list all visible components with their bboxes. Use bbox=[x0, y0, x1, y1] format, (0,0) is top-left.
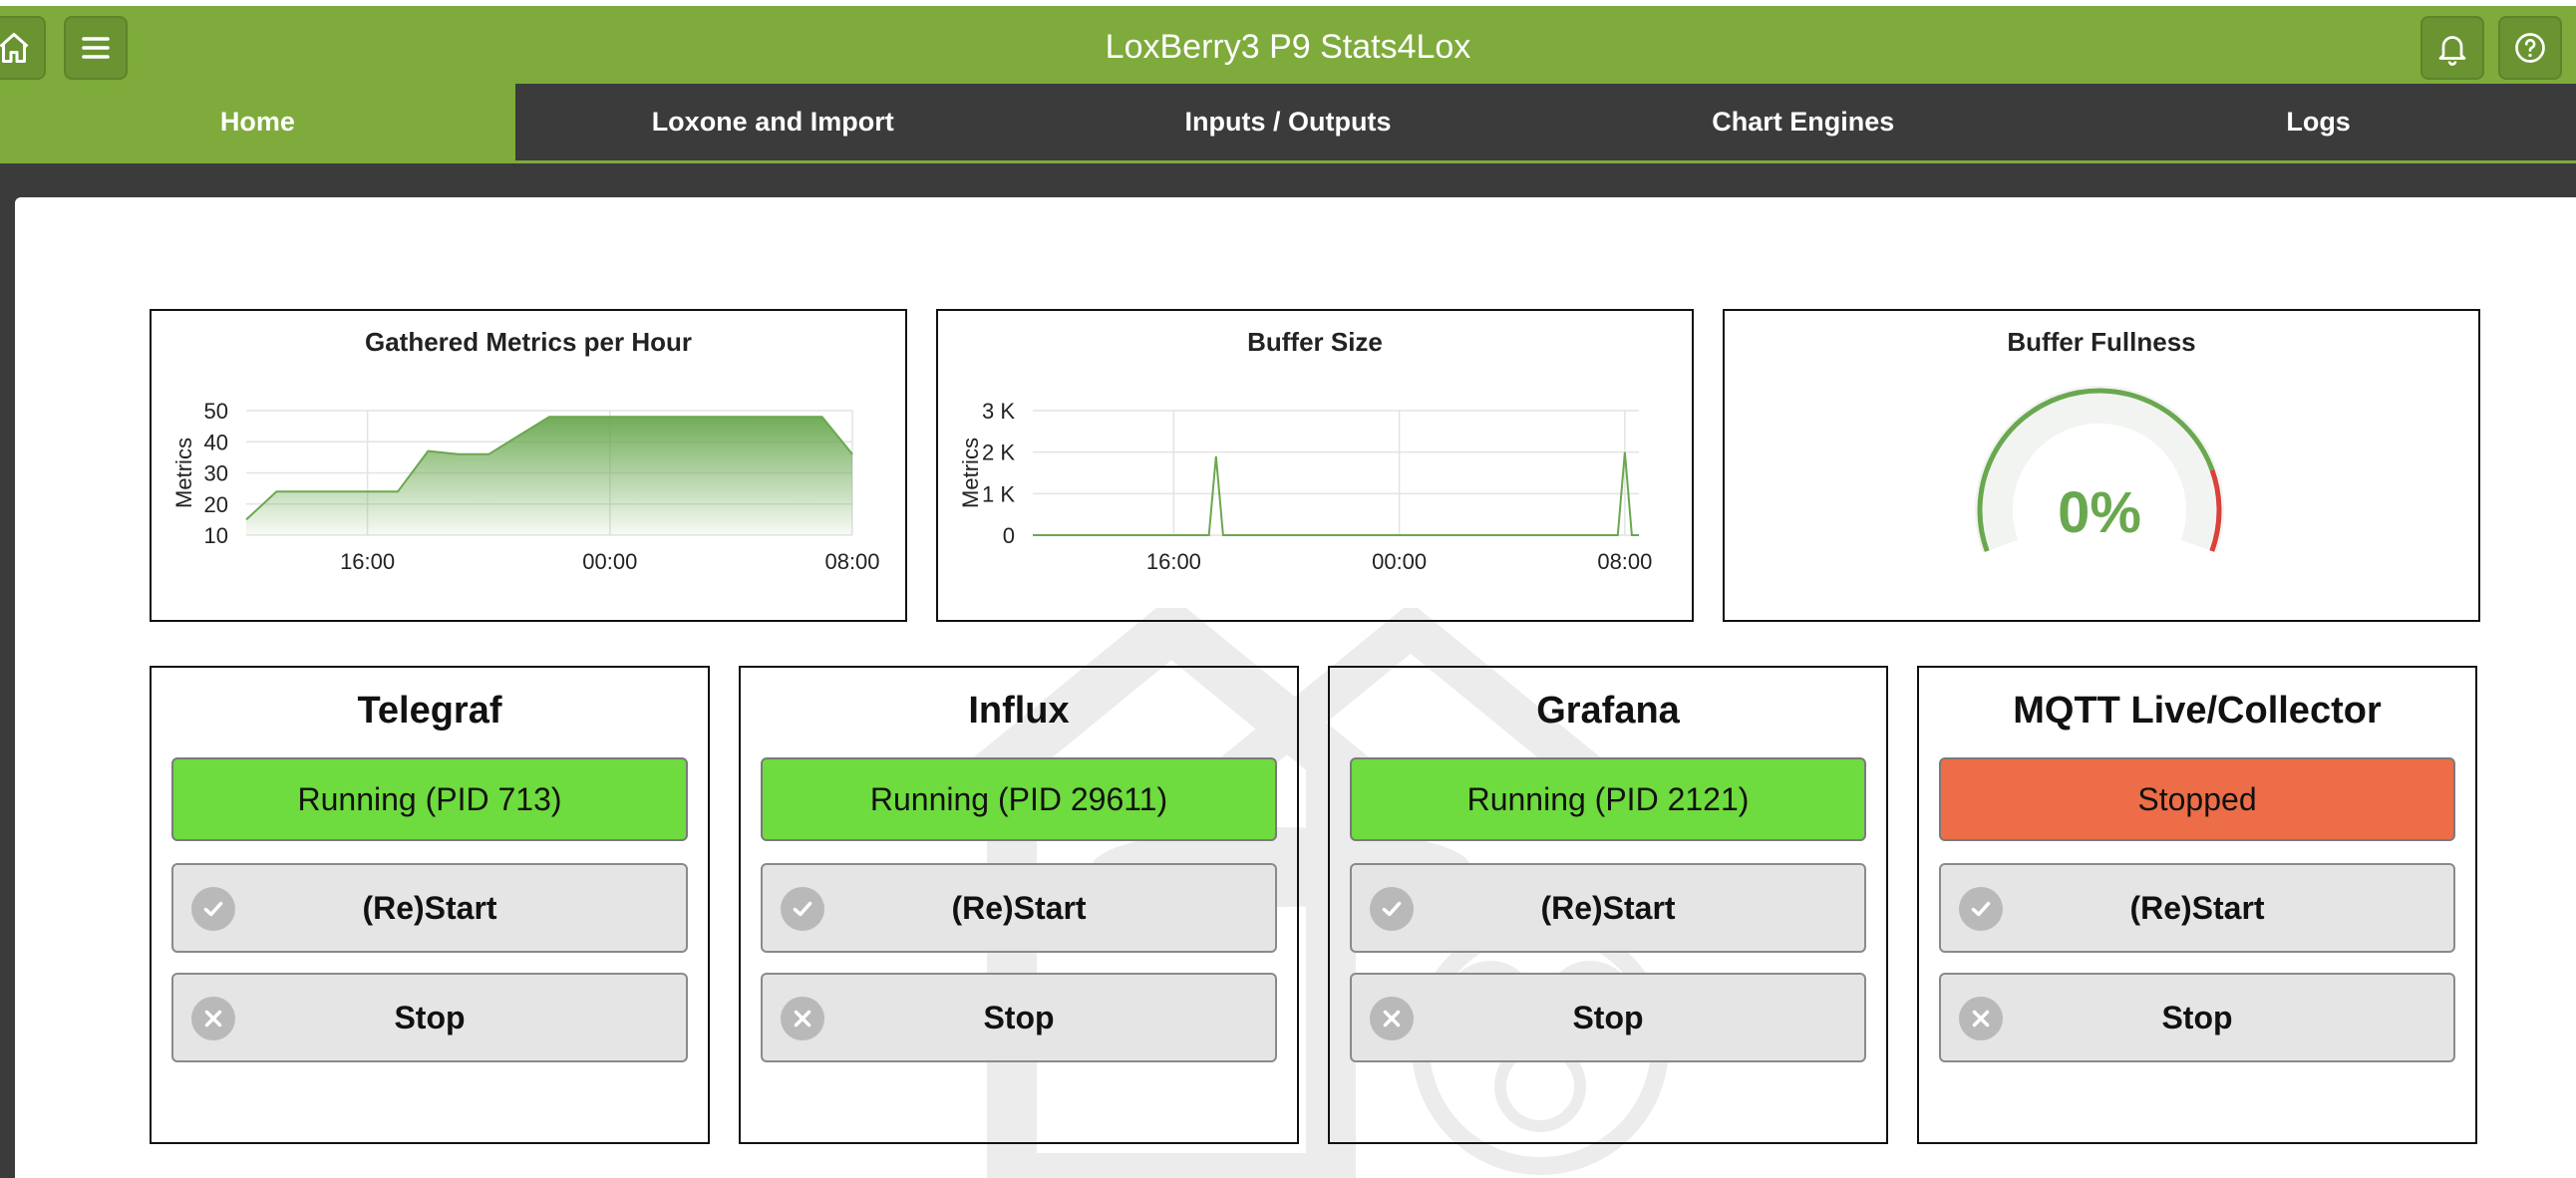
bell-icon bbox=[2438, 36, 2466, 66]
service-status-badge: Running (PID 713) bbox=[171, 757, 688, 841]
restart-label: (Re)Start bbox=[362, 889, 497, 926]
gauge-value-label: 0% bbox=[2058, 480, 2141, 545]
restart-label: (Re)Start bbox=[1540, 889, 1676, 926]
tab-inputs-outputs[interactable]: Inputs / Outputs bbox=[1031, 84, 1546, 160]
stop-button[interactable]: Stop bbox=[1939, 973, 2455, 1062]
stop-button[interactable]: Stop bbox=[171, 973, 688, 1062]
app-header: LoxBerry3 P9 Stats4Lox bbox=[0, 0, 2576, 84]
service-card-telegraf: Telegraf Running (PID 713) (Re)Start Sto… bbox=[150, 666, 710, 1144]
y-axis-label: Metrics bbox=[171, 438, 196, 508]
metrics-area-chart: 10 20 30 40 50 16:00 00:00 08:00 Metrics bbox=[171, 399, 880, 574]
service-title: Grafana bbox=[1536, 690, 1680, 732]
x-tick-label: 16:00 bbox=[340, 549, 395, 574]
restart-button[interactable]: (Re)Start bbox=[1350, 863, 1866, 953]
x-tick-label: 16:00 bbox=[1146, 549, 1201, 574]
service-status-badge: Running (PID 29611) bbox=[761, 757, 1277, 841]
y-tick-label: 3 K bbox=[982, 399, 1015, 424]
service-title: Telegraf bbox=[357, 690, 502, 732]
app-title: LoxBerry3 P9 Stats4Lox bbox=[1105, 28, 1471, 66]
help-icon bbox=[2515, 33, 2545, 63]
restart-button[interactable]: (Re)Start bbox=[1939, 863, 2455, 953]
check-icon bbox=[781, 887, 824, 931]
restart-label: (Re)Start bbox=[2129, 889, 2265, 926]
tab-chart-engines[interactable]: Chart Engines bbox=[1545, 84, 2061, 160]
service-title: MQTT Live/Collector bbox=[2013, 690, 2382, 732]
stop-label: Stop bbox=[983, 999, 1055, 1035]
stop-button[interactable]: Stop bbox=[761, 973, 1277, 1062]
tab-logs[interactable]: Logs bbox=[2061, 84, 2576, 160]
y-tick-label: 50 bbox=[204, 399, 228, 424]
y-tick-label: 10 bbox=[204, 523, 228, 548]
tab-loxone-and-import[interactable]: Loxone and Import bbox=[515, 84, 1031, 160]
y-tick-label: 2 K bbox=[982, 441, 1015, 465]
x-tick-label: 08:00 bbox=[1597, 549, 1652, 574]
metrics-chart-panel: Gathered Metrics per Hour 10 20 30 40 50 16:0… bbox=[150, 309, 907, 622]
check-icon bbox=[191, 887, 235, 931]
y-tick-label: 30 bbox=[204, 461, 228, 486]
notifications-button[interactable] bbox=[2420, 16, 2484, 80]
service-card-influx: Influx Running (PID 29611) (Re)Start Sto… bbox=[739, 666, 1299, 1144]
y-tick-label: 20 bbox=[204, 492, 228, 517]
buffer-fullness-panel: Buffer Fullness 0% bbox=[1723, 309, 2480, 622]
service-status-badge: Stopped bbox=[1939, 757, 2455, 841]
x-tick-label: 00:00 bbox=[1372, 549, 1427, 574]
x-tick-label: 00:00 bbox=[582, 549, 637, 574]
service-card-grafana: Grafana Running (PID 2121) (Re)Start Sto… bbox=[1328, 666, 1888, 1144]
help-button[interactable] bbox=[2498, 16, 2562, 80]
stop-button[interactable]: Stop bbox=[1350, 973, 1866, 1062]
buffer-fullness-gauge: 0% bbox=[1975, 386, 2224, 553]
restart-button[interactable]: (Re)Start bbox=[761, 863, 1277, 953]
stop-label: Stop bbox=[2161, 999, 2233, 1035]
check-icon bbox=[1370, 887, 1414, 931]
restart-button[interactable]: (Re)Start bbox=[171, 863, 688, 953]
close-icon bbox=[191, 997, 235, 1040]
main-content: Gathered Metrics per Hour 10 20 30 40 50 16:0… bbox=[15, 197, 2576, 1178]
close-icon bbox=[1959, 997, 2003, 1040]
stop-label: Stop bbox=[394, 999, 466, 1035]
restart-label: (Re)Start bbox=[951, 889, 1087, 926]
stop-label: Stop bbox=[1572, 999, 1644, 1035]
close-icon bbox=[781, 997, 824, 1040]
main-nav-tabs: Home Loxone and Import Inputs / Outputs … bbox=[0, 84, 2576, 163]
service-card-mqtt: MQTT Live/Collector Stopped (Re)Start St… bbox=[1917, 666, 2477, 1144]
y-tick-label: 40 bbox=[204, 430, 228, 454]
service-status-badge: Running (PID 2121) bbox=[1350, 757, 1866, 841]
x-tick-label: 08:00 bbox=[824, 549, 879, 574]
buffer-line-chart: 0 1 K 2 K 3 K 16:00 00:00 08:00 Metrics bbox=[958, 399, 1652, 574]
close-icon bbox=[1370, 997, 1414, 1040]
series-area bbox=[246, 417, 852, 535]
tab-home[interactable]: Home bbox=[0, 84, 515, 160]
y-tick-label: 0 bbox=[1003, 523, 1015, 548]
y-axis-label: Metrics bbox=[958, 438, 983, 508]
buffer-chart-panel: Buffer Size 01 K2 K3 K 16:00 00:00 08:00 Met… bbox=[936, 309, 1694, 622]
check-icon bbox=[1959, 887, 2003, 931]
service-title: Influx bbox=[968, 690, 1070, 732]
y-tick-label: 1 K bbox=[982, 481, 1015, 506]
